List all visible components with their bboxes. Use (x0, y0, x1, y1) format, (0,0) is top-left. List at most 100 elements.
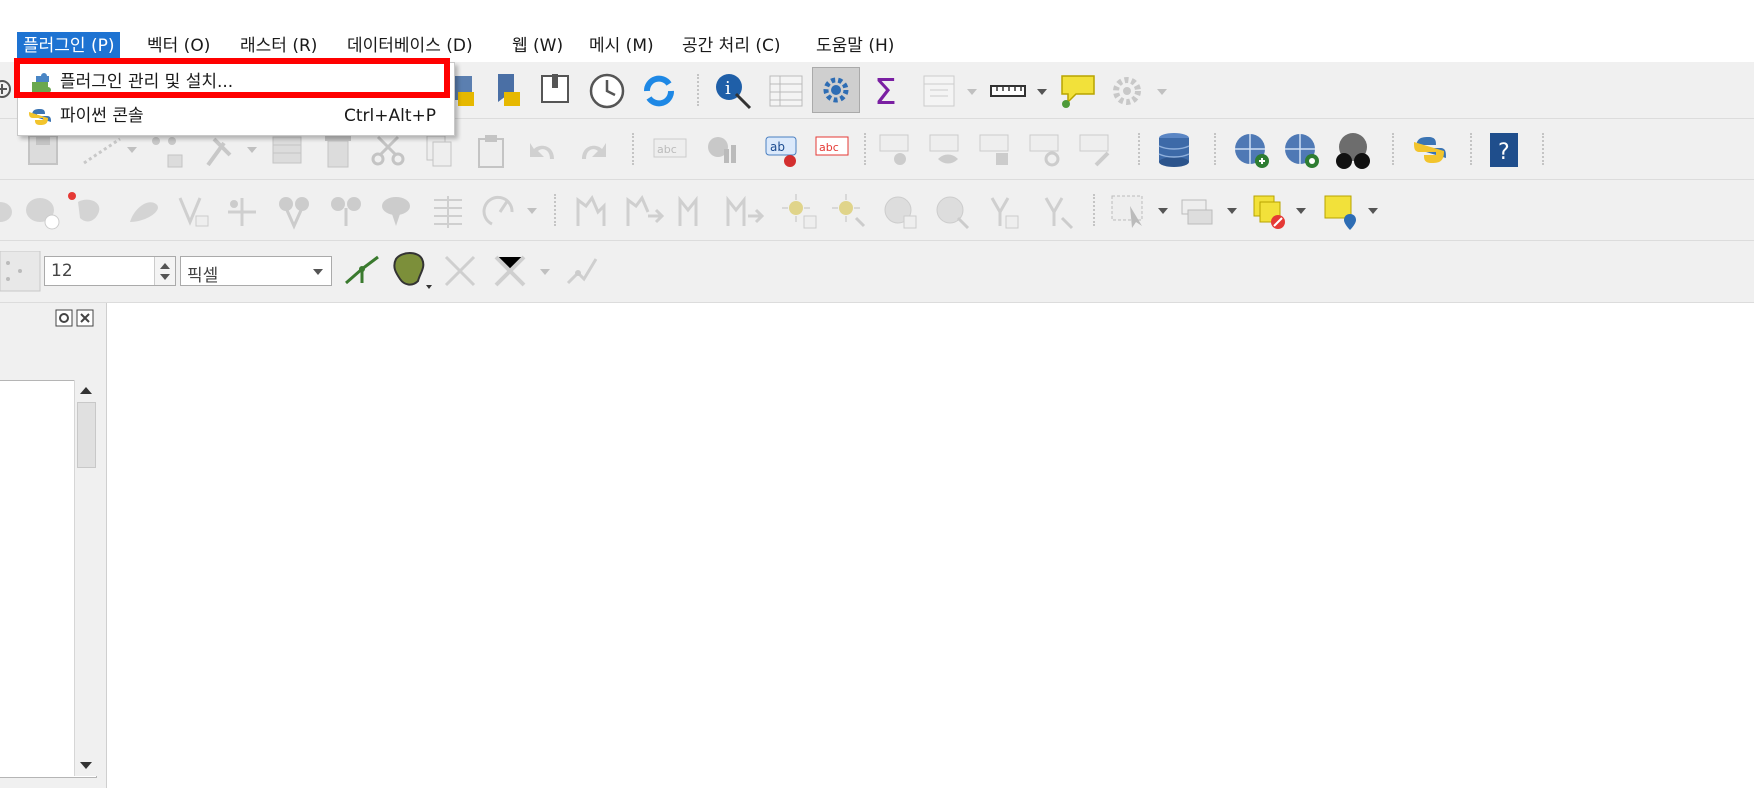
delete-selected-icon[interactable] (322, 133, 354, 169)
tracing-icon[interactable] (564, 253, 600, 289)
close-panel-icon[interactable] (76, 309, 94, 327)
modify-attributes-icon[interactable] (270, 133, 304, 167)
snapping-on-segments-icon[interactable] (492, 253, 532, 289)
circle-add-icon[interactable] (882, 194, 920, 230)
menu-vector[interactable]: 벡터 (O) (141, 32, 216, 60)
vertex-editor-icon[interactable] (676, 194, 712, 230)
menu-item-python-console[interactable]: 파이썬 콘솔 Ctrl+Alt+P (18, 99, 454, 133)
merge-features-icon[interactable] (328, 194, 364, 230)
temporal-controller-icon[interactable] (588, 72, 626, 110)
select-by-location-icon[interactable] (1322, 192, 1362, 232)
open-attribute-table-icon[interactable] (768, 74, 804, 110)
menu-database[interactable]: 데이터베이스 (D) (341, 32, 479, 60)
menu-web[interactable]: 웹 (W) (506, 32, 569, 60)
snapping-intersection-icon[interactable] (390, 249, 434, 293)
chevron-down-icon (313, 269, 323, 275)
save-edits-icon[interactable] (26, 133, 60, 167)
trace-move-icon[interactable] (624, 194, 664, 230)
label-highlight-abc-icon[interactable]: abc (814, 135, 850, 159)
split-features-icon[interactable] (224, 194, 260, 230)
metasearch-binoculars-icon[interactable] (1332, 131, 1374, 171)
scroll-thumb[interactable] (77, 402, 96, 468)
menu-processing[interactable]: 공간 처리 (C) (676, 32, 787, 60)
refresh-icon[interactable] (640, 72, 678, 110)
add-wms-layer-globe-icon[interactable] (1232, 131, 1272, 171)
python-console-icon[interactable] (1410, 131, 1450, 171)
field-calculator-icon[interactable] (922, 74, 956, 108)
show-hide-labels-icon[interactable] (928, 133, 964, 167)
svg-text:ab: ab (770, 140, 785, 154)
align-features-icon[interactable] (430, 194, 466, 230)
svg-text:abc: abc (819, 141, 839, 154)
add-layer-icon[interactable] (0, 79, 12, 99)
map-tips-icon[interactable] (1058, 72, 1098, 110)
menu-item-label: 파이썬 콘솔 (60, 106, 144, 126)
layer-tree-scrollbar[interactable] (74, 380, 97, 776)
digitize-options-icon[interactable] (204, 133, 240, 169)
merge-attributes-icon[interactable] (378, 194, 414, 230)
rotate-point-symbols-icon[interactable] (482, 194, 518, 230)
map-canvas[interactable] (107, 303, 1754, 788)
copy-features-icon[interactable] (424, 133, 454, 169)
split-parts-icon[interactable] (276, 194, 312, 230)
show-bookmarks-icon[interactable] (494, 72, 522, 106)
processing-toolbox-gear-icon (823, 77, 849, 103)
spin-down-icon[interactable] (160, 274, 170, 280)
float-panel-icon[interactable] (55, 309, 73, 327)
topological-editing-icon[interactable] (342, 251, 382, 291)
reshape-icon[interactable] (0, 194, 18, 228)
delete-ring-icon[interactable] (24, 194, 62, 230)
select-features-icon[interactable] (1110, 194, 1148, 230)
change-label-icon[interactable] (1078, 133, 1114, 167)
statistical-summary-sigma-icon[interactable]: Σ (872, 72, 902, 108)
y-shape-edit-icon[interactable] (1040, 194, 1076, 230)
snap-units-select[interactable]: 픽셀 (180, 256, 332, 286)
add-wfs-layer-globe-icon[interactable] (1282, 131, 1322, 171)
pin-labels-icon[interactable] (878, 133, 914, 167)
select-by-value-icon[interactable] (1180, 196, 1216, 230)
offset-curve-icon[interactable] (124, 194, 160, 230)
snap-units-value: 픽셀 (187, 266, 219, 286)
layer-labeling-options-icon[interactable]: ab (764, 131, 802, 169)
measure-line-icon[interactable] (990, 80, 1026, 102)
add-line-feature-icon[interactable] (80, 133, 124, 167)
sun-vertex-icon[interactable] (830, 192, 870, 230)
snapping-toolbar: 12 픽셀 (0, 241, 1754, 303)
svg-text:abc: abc (657, 143, 677, 156)
move-label-icon[interactable] (978, 133, 1014, 167)
svg-text:?: ? (1498, 140, 1510, 165)
trace-icon[interactable] (574, 194, 610, 230)
sun-point-icon[interactable] (780, 192, 820, 230)
menu-raster[interactable]: 래스터 (R) (234, 32, 323, 60)
spin-up-icon[interactable] (160, 263, 170, 269)
profile-tool-icon[interactable] (724, 194, 766, 230)
undo-icon[interactable] (526, 135, 560, 165)
scroll-up-icon[interactable] (80, 387, 92, 394)
paste-features-icon[interactable] (476, 133, 506, 169)
spin-arrows[interactable] (154, 257, 175, 285)
help-book-icon[interactable]: ? (1488, 131, 1520, 169)
identify-features-icon[interactable]: i (714, 72, 754, 112)
circle-edit-icon[interactable] (934, 194, 972, 230)
vertex-tool-icon[interactable] (150, 133, 188, 169)
decorations-gear-icon[interactable] (1108, 72, 1146, 110)
scroll-down-icon[interactable] (80, 762, 92, 769)
deselect-features-icon[interactable] (1250, 192, 1290, 232)
db-manager-icon[interactable] (1156, 131, 1192, 169)
diagram-options-icon[interactable] (706, 133, 740, 167)
snapping-mode-icon[interactable] (0, 251, 42, 293)
snap-tolerance-spinbox[interactable]: 12 (44, 256, 176, 286)
y-shape-add-icon[interactable] (986, 194, 1022, 230)
label-toolbar-abc-icon[interactable]: abc (652, 137, 688, 159)
spatial-bookmark-book-icon[interactable] (540, 72, 572, 106)
fill-ring-icon[interactable] (68, 192, 108, 230)
menu-plugins[interactable]: 플러그인 (P) (17, 32, 121, 60)
self-snapping-icon[interactable] (442, 253, 478, 289)
menu-mesh[interactable]: 메시 (M) (583, 32, 660, 60)
python-icon (29, 109, 51, 125)
redo-icon[interactable] (576, 135, 610, 165)
reverse-line-icon[interactable] (176, 194, 212, 230)
cut-features-icon[interactable] (370, 133, 406, 169)
rotate-label-icon[interactable] (1028, 133, 1064, 167)
menu-help[interactable]: 도움말 (H) (810, 32, 900, 60)
